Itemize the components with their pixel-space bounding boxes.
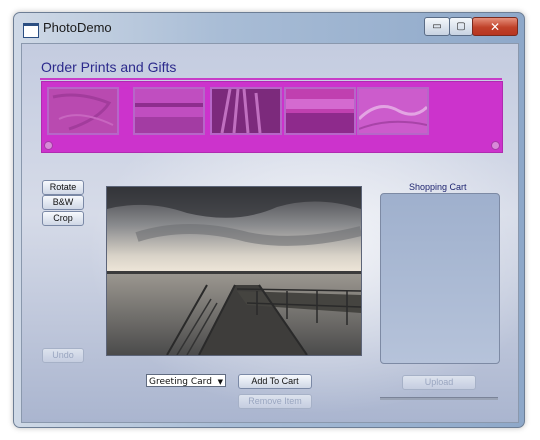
title-bar[interactable]: PhotoDemo ▭ ▢ ✕ [14, 13, 524, 43]
strip-scroll-left-handle[interactable] [44, 141, 53, 150]
thumbnail-5[interactable] [357, 87, 429, 135]
app-icon [23, 23, 39, 38]
window-title: PhotoDemo [43, 20, 112, 35]
upload-progress-bar [380, 397, 498, 400]
client-area: Order Prints and Gifts Rotate B&W Crop U… [21, 43, 519, 423]
chevron-down-icon: ▼ [217, 378, 223, 386]
app-window: PhotoDemo ▭ ▢ ✕ Order Prints and Gifts R… [13, 12, 525, 428]
undo-button[interactable]: Undo [42, 348, 84, 363]
bw-button[interactable]: B&W [42, 195, 84, 210]
add-to-cart-button[interactable]: Add To Cart [238, 374, 312, 389]
maximize-icon: ▢ [456, 21, 466, 32]
thumbnail-4[interactable] [284, 87, 356, 135]
thumbnail-2[interactable] [133, 87, 205, 135]
crop-button[interactable]: Crop [42, 211, 84, 226]
product-select-value: Greeting Card [149, 377, 212, 387]
header-divider [40, 78, 502, 80]
close-icon: ✕ [489, 19, 501, 34]
minimize-button[interactable]: ▭ [424, 17, 450, 36]
remove-item-button[interactable]: Remove Item [238, 394, 312, 409]
photo-preview[interactable] [106, 186, 362, 356]
maximize-button[interactable]: ▢ [449, 17, 473, 36]
shopping-cart-label: Shopping Cart [409, 182, 467, 192]
shopping-cart-list[interactable] [380, 193, 500, 364]
rotate-button[interactable]: Rotate [42, 180, 84, 195]
strip-scroll-right-handle[interactable] [491, 141, 500, 150]
page-title: Order Prints and Gifts [41, 59, 177, 75]
product-select[interactable]: Greeting Card ▼ [146, 374, 226, 387]
thumbnail-strip[interactable] [41, 81, 503, 153]
minimize-icon: ▭ [432, 21, 442, 32]
upload-button[interactable]: Upload [402, 375, 476, 390]
thumbnail-1[interactable] [47, 87, 119, 135]
close-button[interactable]: ✕ [472, 17, 518, 36]
thumbnail-3[interactable] [210, 87, 282, 135]
